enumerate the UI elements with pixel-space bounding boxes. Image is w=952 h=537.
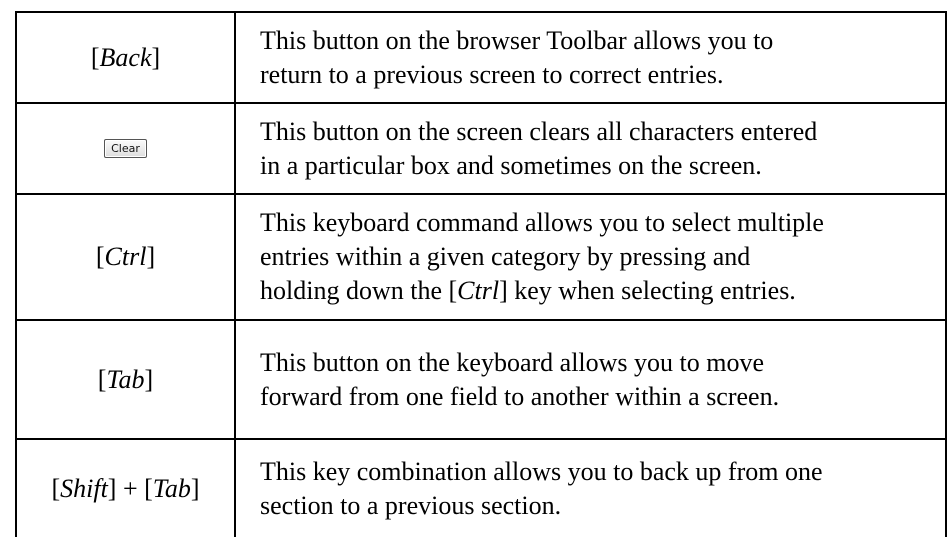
table-row-key-cell: [Ctrl] [17, 195, 234, 319]
key-label: [Shift] + [Tab] [51, 473, 200, 503]
description-text: This button on the keyboard allows you t… [260, 347, 780, 411]
description-text: This button on the screen clears all cha… [260, 116, 818, 180]
description-text: This button on the browser Toolbar allow… [260, 25, 774, 89]
table-row-key-cell: Clear [17, 104, 234, 193]
clear-button[interactable]: Clear [104, 139, 147, 158]
table-row-description-cell: This button on the screen clears all cha… [236, 104, 945, 193]
description-text: This keyboard command allows you to sele… [260, 208, 824, 305]
description-text: This key combination allows you to back … [260, 456, 823, 520]
key-label: [Back] [90, 42, 161, 72]
table-border-right [945, 11, 947, 537]
key-label: [Ctrl] [95, 242, 156, 271]
table-row-description-cell: This keyboard command allows you to sele… [236, 195, 945, 319]
key-label: [Tab] [97, 364, 154, 394]
shortcut-table: [Back] This button on the browser Toolba… [0, 0, 952, 537]
table-row-description-cell: This key combination allows you to back … [236, 440, 945, 537]
table-row-description-cell: This button on the browser Toolbar allow… [236, 13, 945, 102]
table-row-key-cell: [Shift] + [Tab] [17, 440, 234, 537]
table-row-description-cell: This button on the keyboard allows you t… [236, 321, 945, 438]
table-row-key-cell: [Back] [17, 13, 234, 102]
table-row-key-cell: [Tab] [17, 321, 234, 438]
